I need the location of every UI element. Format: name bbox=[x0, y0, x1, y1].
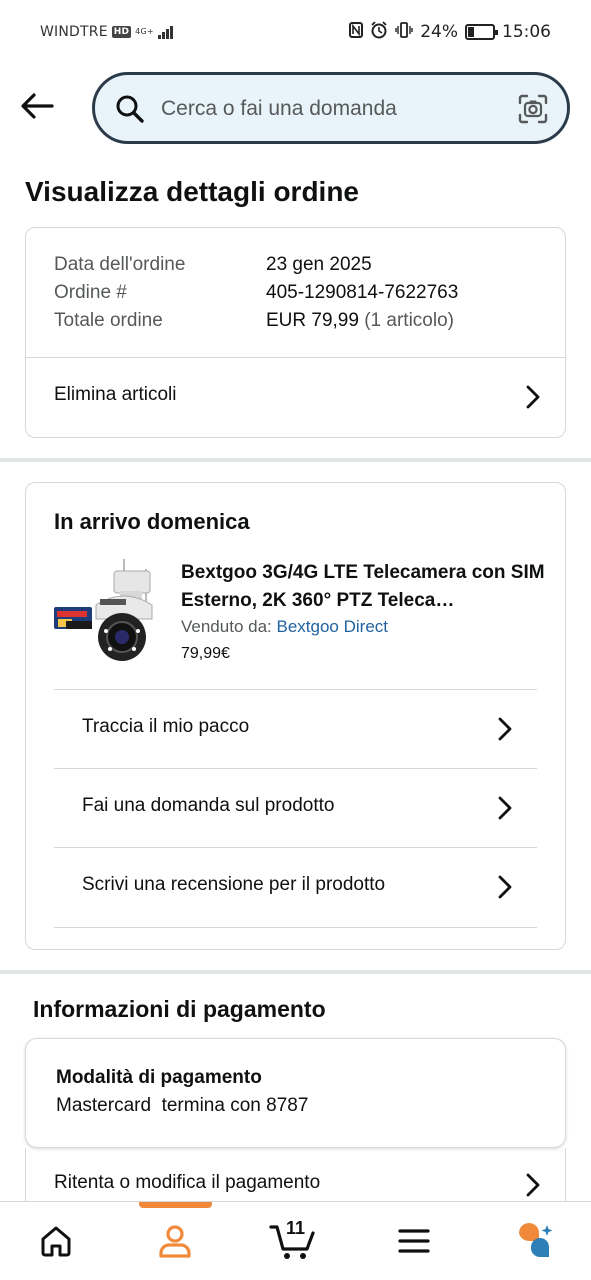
camera-search-icon[interactable] bbox=[517, 93, 549, 125]
retry-payment-row[interactable]: Ritenta o modifica il pagamento bbox=[25, 1148, 566, 1208]
product-image[interactable] bbox=[54, 557, 154, 667]
payment-heading: Informazioni di pagamento bbox=[33, 996, 326, 1022]
order-date-value: 23 gen 2025 bbox=[266, 254, 372, 275]
battery-percent: 24% bbox=[420, 22, 458, 42]
network-type: 4G+ bbox=[135, 27, 154, 36]
delivery-status: In arrivo domenica bbox=[54, 509, 250, 534]
back-button[interactable] bbox=[18, 86, 58, 126]
order-date-label: Data dell'ordine bbox=[54, 254, 186, 275]
chevron-right-icon bbox=[526, 385, 540, 409]
signal-icon bbox=[157, 25, 173, 39]
retry-payment-label: Ritenta o modifica il pagamento bbox=[54, 1172, 321, 1193]
nav-account[interactable] bbox=[145, 1216, 205, 1266]
order-number-value: 405-1290814-7622763 bbox=[266, 282, 459, 303]
menu-icon bbox=[398, 1229, 430, 1253]
status-bar: WINDTRE HD 4G+ 24% 15:06 bbox=[0, 0, 591, 64]
order-item-count: (1 articolo) bbox=[364, 310, 454, 331]
seller-label: Venduto da: bbox=[181, 617, 272, 636]
chevron-right-icon bbox=[526, 1173, 540, 1197]
nav-menu[interactable] bbox=[384, 1216, 444, 1266]
product-title[interactable]: Bextgoo 3G/4G LTE Telecamera con SIM Est… bbox=[181, 559, 551, 615]
payment-method-label: Modalità di pagamento bbox=[56, 1067, 262, 1088]
chevron-right-icon bbox=[498, 796, 512, 820]
payment-method-card: Modalità di pagamento Mastercard termina… bbox=[25, 1038, 566, 1148]
status-bar-left: WINDTRE HD 4G+ bbox=[40, 24, 173, 40]
order-number-label: Ordine # bbox=[54, 282, 127, 303]
page-title: Visualizza dettagli ordine bbox=[25, 176, 360, 207]
seller-line: Venduto da: Bextgoo Direct bbox=[181, 617, 388, 637]
delete-items-label: Elimina articoli bbox=[54, 384, 177, 405]
vibrate-icon bbox=[395, 21, 413, 43]
ask-question-row[interactable]: Fai una domanda sul prodotto bbox=[54, 769, 537, 847]
bottom-nav bbox=[0, 1201, 591, 1280]
ask-question-label: Fai una domanda sul prodotto bbox=[82, 795, 335, 816]
search-icon[interactable] bbox=[115, 94, 145, 124]
seller-link[interactable]: Bextgoo Direct bbox=[277, 617, 389, 636]
active-tab-indicator bbox=[139, 1202, 212, 1208]
nav-rufus[interactable] bbox=[505, 1216, 565, 1266]
battery-icon bbox=[465, 24, 498, 40]
hd-badge: HD bbox=[111, 26, 132, 38]
search-input[interactable] bbox=[161, 93, 501, 125]
nfc-icon bbox=[349, 22, 364, 42]
divider bbox=[54, 927, 537, 928]
carrier-name: WINDTRE bbox=[40, 24, 108, 40]
shipment-card: In arrivo domenica Bextgoo 3G/4G LTE Tel… bbox=[25, 482, 566, 950]
track-package-label: Traccia il mio pacco bbox=[82, 716, 250, 737]
write-review-row[interactable]: Scrivi una recensione per il prodotto bbox=[54, 848, 537, 926]
back-arrow-icon bbox=[21, 93, 54, 119]
ai-assistant-icon bbox=[519, 1223, 553, 1257]
product-price: 79,99€ bbox=[181, 645, 230, 662]
chevron-right-icon bbox=[498, 875, 512, 899]
order-total-value-wrap: EUR 79,99 (1 articolo) bbox=[266, 310, 454, 332]
section-separator bbox=[0, 970, 591, 974]
cart-count-badge: 11 bbox=[286, 1218, 306, 1238]
track-package-row[interactable]: Traccia il mio pacco bbox=[54, 690, 537, 768]
delete-items-row[interactable]: Elimina articoli bbox=[26, 358, 565, 436]
nav-home[interactable] bbox=[26, 1216, 86, 1266]
account-icon bbox=[159, 1225, 191, 1258]
order-total-value: EUR 79,99 bbox=[266, 310, 359, 331]
chevron-right-icon bbox=[498, 717, 512, 741]
search-bar[interactable] bbox=[92, 72, 570, 144]
status-bar-right: 24% 15:06 bbox=[349, 21, 551, 43]
battery-fill bbox=[468, 27, 474, 37]
clock: 15:06 bbox=[502, 22, 551, 42]
home-icon bbox=[41, 1226, 71, 1257]
write-review-label: Scrivi una recensione per il prodotto bbox=[82, 874, 386, 895]
alarm-icon bbox=[370, 21, 388, 43]
payment-method-value: Mastercard termina con 8787 bbox=[56, 1095, 309, 1116]
order-summary-card: Data dell'ordine 23 gen 2025 Ordine # 40… bbox=[25, 227, 566, 438]
section-separator bbox=[0, 458, 591, 462]
order-total-label: Totale ordine bbox=[54, 310, 163, 331]
